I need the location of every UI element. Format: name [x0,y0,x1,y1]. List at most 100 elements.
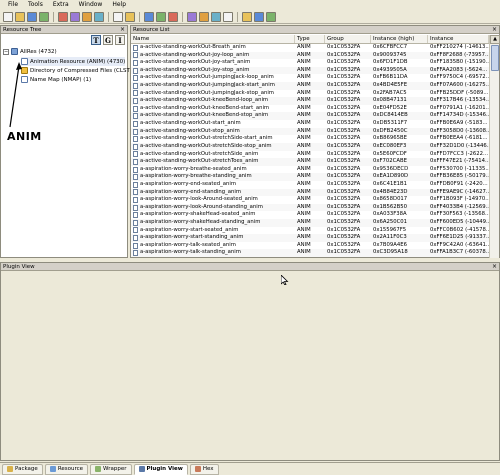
tab-resource[interactable]: Resource [44,463,89,475]
cell-instance-high: 0x2FAB7AC5 [373,89,407,96]
resource-name: a-active-standing-workOut-joy-loop_anim [140,51,250,58]
search-icon[interactable] [199,11,209,22]
cell-type: ANIM [297,211,311,218]
table-row[interactable]: a-active-standing-workOut-kneeBend-start… [131,104,489,113]
table-header: Name Type Group Instance (high) Instance [131,35,489,44]
table-row[interactable]: a-aspiration-worry-shakeHead-standing_an… [131,219,489,227]
cell-name: a-active-standing-workOut-stop_anim [131,128,295,136]
table-row[interactable]: a-active-standing-workOut-jumpingJack-lo… [131,74,489,83]
cell-instance-high: 0xEA1D890D [373,173,409,180]
settings-icon[interactable] [254,11,264,22]
new-icon[interactable] [3,11,13,22]
save-icon[interactable] [27,11,37,22]
tab-hex[interactable]: Hex [189,463,219,475]
cell-group: 0x1C0532FA [327,66,361,73]
filter-icon[interactable] [211,11,221,22]
column-instance[interactable]: Instance [428,35,489,43]
redo-icon[interactable] [168,11,178,22]
tab-package[interactable]: Package [2,463,43,475]
cell-type: ANIM [297,89,311,96]
table-row[interactable]: a-aspiration-worry-breathe-seated_anim AN… [131,165,489,174]
table-row[interactable]: a-active-standing-workOut-kneeBend-loop_… [131,97,489,105]
scroll-up-icon[interactable]: ▲ [490,35,500,44]
paste-icon[interactable] [82,11,92,22]
file-icon [133,181,138,188]
table-row[interactable]: a-aspiration-worry-talk-seated_anim ANIM 0… [131,241,489,250]
cell-name: a-aspiration-worry-talk-seated_anim [131,242,295,250]
column-instance-high[interactable]: Instance (high) [371,35,428,43]
table-row[interactable]: a-active-standing-workOut-stretchSide-st… [131,142,489,151]
menu-extra[interactable]: Extra [48,0,74,10]
cell-instance-high: 0xF702CABE [373,158,407,165]
table-row[interactable]: a-active-standing-workOut-stretchSide_an… [131,150,489,159]
save-all-icon[interactable] [39,11,49,22]
menu-window[interactable]: Window [74,0,108,10]
file-icon [133,90,138,97]
help-icon[interactable] [266,11,276,22]
close-icon[interactable]: × [492,263,497,270]
table-row[interactable]: a-active-standing-workOut-stretchToes_an… [131,158,489,166]
menu-help[interactable]: Help [107,0,131,10]
properties-icon[interactable] [144,11,154,22]
resource-name: a-active-standing-workOut-stretchSide-st… [140,135,273,142]
delete-icon[interactable] [94,11,104,22]
cut-icon[interactable] [58,11,68,22]
table-row[interactable]: a-active-standing-workOut-kneeBend-stop_… [131,112,489,121]
table-row[interactable]: a-active-standing-workOut-jumpingJack-st… [131,82,489,90]
cell-instance: 0xFF1B093F (-14970... [430,196,489,203]
copy-icon[interactable] [70,11,80,22]
column-name[interactable]: Name [131,35,295,43]
table-row[interactable]: a-active-standing-workOut-stretchSide-st… [131,135,489,143]
table-row[interactable]: a-active-standing-workOut-joy-start_anim… [131,59,489,67]
cell-group: 0x1C0532FA [327,142,361,149]
tab-plugin-view[interactable]: Plugin View [133,463,188,475]
undo-icon[interactable] [156,11,166,22]
file-icon [133,212,138,219]
import-icon[interactable] [113,11,123,22]
hash-icon[interactable] [187,11,197,22]
table-row[interactable]: a-aspiration-worry-breathe-standing_anim… [131,173,489,181]
package-icon[interactable] [242,11,252,22]
table-row[interactable]: a-aspiration-worry-look-Around-seated_an… [131,196,489,204]
vertical-scrollbar[interactable]: ▲ [489,35,500,258]
resource-name: a-active-standing-workOut-Breath_anim [140,44,246,50]
resource-name: a-active-standing-workOut-kneeBend-start… [140,104,270,111]
cell-type: ANIM [297,82,311,89]
resource-list-header: Resource List × [131,26,499,34]
resource-name: a-active-standing-workOut-jumpingJack-st… [140,82,275,89]
close-icon[interactable]: × [492,26,497,33]
column-group[interactable]: Group [325,35,371,43]
cell-group: 0x1C0532FA [327,44,361,50]
cell-instance: 0xFFAA2083 (-5624... [430,66,488,73]
menu-file[interactable]: File [3,0,23,10]
open-icon[interactable] [15,11,25,22]
cell-type: ANIM [297,150,311,157]
menu-tools[interactable]: Tools [23,0,48,10]
tab-wrapper[interactable]: Wrapper [90,463,132,475]
table-row[interactable]: a-aspiration-worry-look-Around-standing_… [131,203,489,212]
table-row[interactable]: a-active-standing-workOut-start_anim ANIM… [131,120,489,128]
scroll-thumb[interactable] [491,45,499,71]
table-row[interactable]: a-aspiration-worry-talk-standing_anim ANI… [131,249,489,258]
cell-instance-high: 0x1B562B50 [373,203,407,210]
export-icon[interactable] [125,11,135,22]
table-row[interactable]: a-active-standing-workOut-joy-loop_anim A… [131,51,489,60]
anim-callout: ANIM [7,130,42,143]
sort-icon[interactable] [223,11,233,22]
table-row[interactable]: a-active-standing-workOut-joy-stop_anim A… [131,66,489,75]
cell-instance: 0xFF14734D (-15346... [430,112,489,119]
cell-group: 0x1C0532FA [327,241,361,248]
table-row[interactable]: a-active-standing-workOut-Breath_anim ANI… [131,44,489,52]
table-row[interactable]: a-aspiration-worry-start-standing_anim AN… [131,234,489,242]
table-row[interactable]: a-active-standing-workOut-stop_anim ANIM 0… [131,127,489,136]
cell-instance-high: 0x4939505A [373,66,407,73]
table-row[interactable]: a-active-standing-workOut-jumpingJack-st… [131,89,489,98]
table-row[interactable]: a-aspiration-worry-start-seated_anim ANIM… [131,226,489,235]
table-row[interactable]: a-aspiration-worry-end-standing_anim ANIM… [131,188,489,197]
resource-name: a-aspiration-worry-end-seated_anim [140,180,237,187]
column-type[interactable]: Type [295,35,325,43]
cell-name: a-aspiration-worry-look-Around-seated_an… [131,196,295,204]
cell-instance: 0xFF9C42A0 (-63641... [430,241,489,248]
table-row[interactable]: a-aspiration-worry-end-seated_anim ANIM 0x… [131,180,489,189]
table-row[interactable]: a-aspiration-worry-shakeHead-seated_anim… [131,211,489,220]
